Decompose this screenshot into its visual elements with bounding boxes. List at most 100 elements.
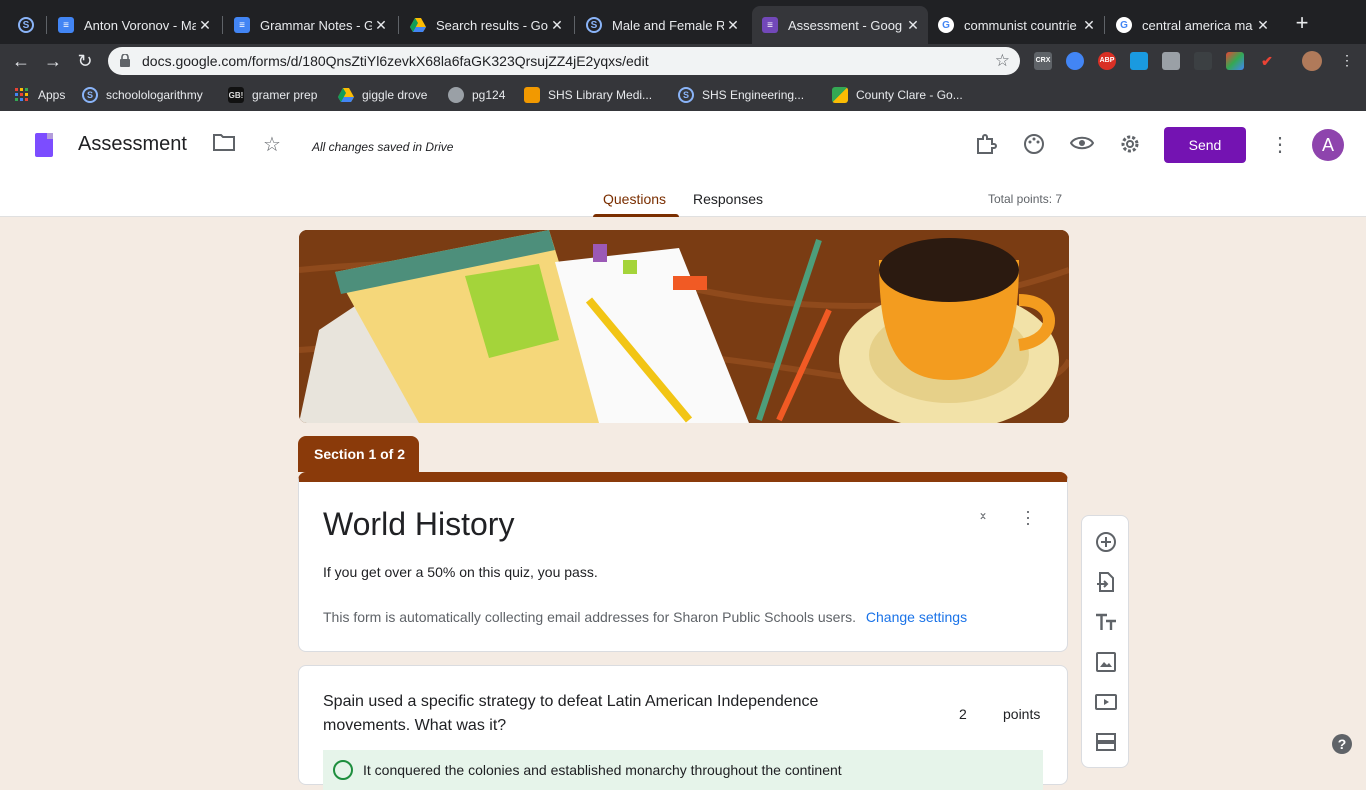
points-value[interactable]: 2 (959, 706, 967, 722)
tab-title: Grammar Notes - G (260, 17, 372, 33)
tab-4-active[interactable]: ≡ Assessment - Goog ✕ (752, 6, 928, 44)
close-icon[interactable]: ✕ (372, 17, 390, 34)
bookmark-label: Apps (38, 88, 66, 102)
google-icon: G (1116, 17, 1132, 33)
adblock-extension-icon[interactable]: ABP (1098, 52, 1116, 70)
schoology-icon: S (18, 17, 34, 33)
apps-grid-icon (14, 87, 30, 103)
question-card[interactable]: Spain used a specific strategy to defeat… (298, 665, 1068, 790)
tab-3[interactable]: S Male and Female Re ✕ (576, 8, 748, 42)
google-icon: G (938, 17, 954, 33)
schoology-icon: S (586, 17, 602, 33)
addon-puzzle-icon[interactable] (974, 133, 998, 157)
preview-eye-icon[interactable] (1069, 133, 1095, 157)
add-question-icon[interactable] (1094, 530, 1118, 554)
tab-pinned-schoology[interactable]: S (8, 8, 42, 42)
bookmark-county-clare[interactable]: County Clare - Go... (832, 86, 963, 104)
import-questions-icon[interactable] (1094, 570, 1118, 594)
close-icon[interactable]: ✕ (724, 17, 742, 34)
question-text[interactable]: Spain used a specific strategy to defeat… (323, 690, 883, 738)
tab-0[interactable]: ≡ Anton Voronov - Ma ✕ (48, 8, 220, 42)
bookmark-giggle-drove[interactable]: giggle drove (338, 86, 427, 104)
briefcase-extension-icon[interactable] (1162, 52, 1180, 70)
form-title[interactable]: Assessment (78, 133, 187, 156)
add-image-icon[interactable] (1094, 650, 1118, 674)
close-icon[interactable]: ✕ (196, 17, 214, 34)
active-tab-indicator (593, 214, 679, 217)
bookmark-shs-library[interactable]: SHS Library Medi... (524, 86, 652, 104)
drive-icon (410, 17, 426, 33)
extension-icon[interactable] (1130, 52, 1148, 70)
bookmark-label: schoolologarithmy (106, 88, 203, 102)
schoology-icon: S (82, 87, 98, 103)
add-section-icon[interactable] (1094, 730, 1118, 754)
bookmark-pg124[interactable]: pg124 (448, 86, 505, 104)
folder-icon[interactable] (212, 133, 236, 157)
forms-header: Assessment ☆ All changes saved in Drive … (0, 111, 1366, 217)
bookmark-label: gramer prep (252, 88, 318, 102)
bookmark-shs-engineering[interactable]: S SHS Engineering... (678, 86, 804, 104)
bookmark-star-icon[interactable]: ☆ (995, 51, 1010, 71)
back-arrow-icon[interactable]: ← (10, 50, 32, 72)
browser-toolbar: ← → ↻ docs.google.com/forms/d/180QnsZtiY… (0, 44, 1366, 78)
section-header-card[interactable]: World History ⌄ ⌃ · · · If you get over a 5… (298, 472, 1068, 652)
bookmark-label: SHS Library Medi... (548, 88, 653, 102)
tab-questions[interactable]: Questions (603, 191, 666, 207)
new-tab-button[interactable]: + (1292, 12, 1312, 34)
library-icon (524, 87, 540, 103)
star-icon[interactable]: ☆ (260, 133, 284, 157)
correct-answer-option[interactable]: It conquered the colonies and establishe… (323, 750, 1043, 790)
save-status: All changes saved in Drive (312, 140, 454, 154)
forward-arrow-icon[interactable]: → (42, 50, 64, 72)
bookmark-apps[interactable]: Apps (14, 86, 65, 104)
section-more-icon[interactable]: · · · (1025, 502, 1031, 532)
tab-responses[interactable]: Responses (693, 191, 763, 207)
total-points: Total points: 7 (988, 192, 1063, 206)
tab-title: communist countrie (964, 17, 1077, 33)
color-extension-icon[interactable] (1226, 52, 1244, 70)
docs-icon: ≡ (58, 17, 74, 33)
bookmark-schoolologarithmy[interactable]: S schoolologarithmy (82, 86, 203, 104)
tab-1[interactable]: ≡ Grammar Notes - G ✕ (224, 8, 396, 42)
tag-extension-icon[interactable]: ✔ (1258, 52, 1276, 70)
crx-extension-icon[interactable]: CRX (1034, 52, 1052, 70)
header-banner-image (299, 230, 1069, 423)
email-note-text: This form is automatically collecting em… (323, 609, 857, 625)
section-description[interactable]: If you get over a 50% on this quiz, you … (323, 564, 598, 580)
collapse-section-icon[interactable]: ⌄ ⌃ (975, 506, 991, 528)
bookmark-gramer-prep[interactable]: GB! gramer prep (228, 86, 317, 104)
more-options-icon[interactable]: ⋮ (1268, 133, 1292, 157)
browser-tab-strip: S ≡ Anton Voronov - Ma ✕ ≡ Grammar Notes… (0, 0, 1366, 44)
settings-gear-icon[interactable] (1118, 133, 1142, 157)
send-button[interactable]: Send (1164, 127, 1246, 163)
globe-icon (448, 87, 464, 103)
browser-menu-icon[interactable]: ⋮ (1340, 52, 1354, 69)
address-bar[interactable]: docs.google.com/forms/d/180QnsZtiYl6zevk… (108, 47, 1020, 75)
profile-avatar[interactable] (1302, 51, 1322, 71)
reload-icon[interactable]: ↻ (74, 50, 96, 72)
answer-text: It conquered the colonies and establishe… (363, 762, 842, 778)
docs-icon: ≡ (234, 17, 250, 33)
close-icon[interactable]: ✕ (1080, 17, 1098, 34)
section-title[interactable]: World History (323, 506, 514, 543)
palette-icon[interactable] (1022, 133, 1046, 157)
tab-2[interactable]: Search results - Go ✕ (400, 8, 572, 42)
tab-5[interactable]: G communist countrie ✕ (928, 8, 1104, 42)
help-icon[interactable]: ? (1332, 734, 1352, 754)
tab-title: Assessment - Goog (788, 17, 903, 33)
owl-extension-icon[interactable] (1066, 52, 1084, 70)
add-video-icon[interactable] (1094, 690, 1118, 714)
close-icon[interactable]: ✕ (548, 17, 566, 34)
add-item-toolbar (1081, 515, 1129, 768)
forms-app-icon[interactable] (35, 133, 53, 157)
close-icon[interactable]: ✕ (1254, 17, 1272, 34)
tab-title: Search results - Go (436, 17, 548, 33)
tab-6[interactable]: G central america ma ✕ (1106, 8, 1278, 42)
account-avatar[interactable]: A (1312, 129, 1344, 161)
change-settings-link[interactable]: Change settings (866, 609, 967, 625)
add-title-icon[interactable] (1094, 610, 1118, 634)
extension-icon[interactable] (1194, 52, 1212, 70)
bookmark-label: County Clare - Go... (856, 88, 963, 102)
close-icon[interactable]: ✕ (904, 17, 922, 34)
section-label: Section 1 of 2 (298, 436, 419, 472)
